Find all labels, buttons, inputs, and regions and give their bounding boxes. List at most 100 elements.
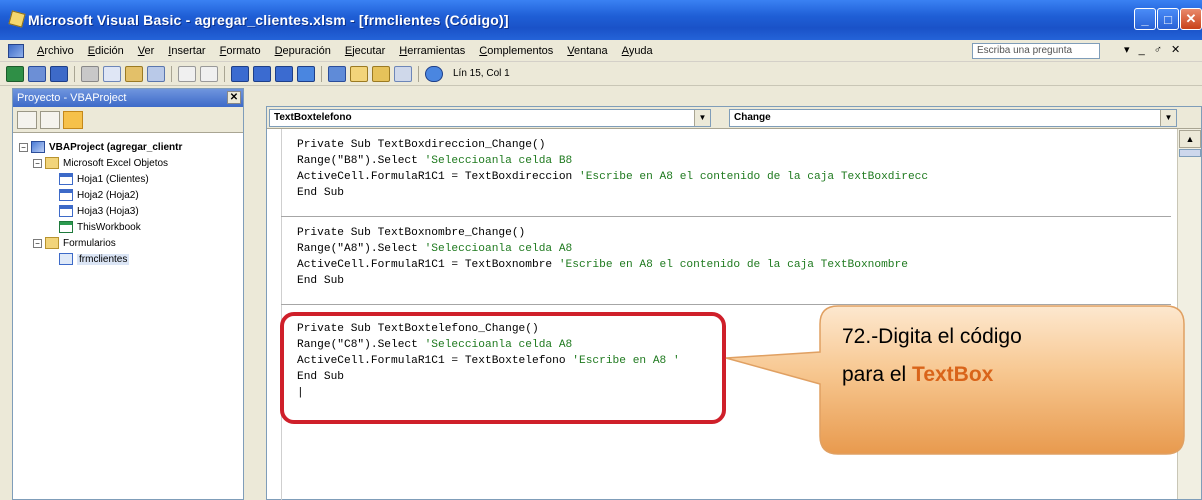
collapse-toggle[interactable]: − xyxy=(19,142,28,152)
menu-formato[interactable]: Formato xyxy=(213,45,268,57)
code-text: Private Sub TextBoxdireccion_Change() xyxy=(297,139,546,151)
properties-window-icon[interactable] xyxy=(350,65,368,82)
menu-ver[interactable]: Ver xyxy=(131,45,162,57)
toolbar-separator xyxy=(321,65,322,82)
help-icon[interactable] xyxy=(425,65,443,82)
view-code-icon[interactable] xyxy=(17,110,37,129)
tree-label: ThisWorkbook xyxy=(77,221,141,233)
callout-line-1: 72.-Digita el código xyxy=(842,325,1022,348)
tree-label: frmclientes xyxy=(77,253,130,265)
tree-item-frmclientes[interactable]: frmclientes xyxy=(13,251,243,267)
tree-item-thisworkbook[interactable]: ThisWorkbook xyxy=(13,219,243,235)
code-line: Private Sub TextBoxnombre_Change() xyxy=(297,225,1171,241)
menu-archivo[interactable]: Archivo xyxy=(30,45,81,57)
maximize-button[interactable]: □ xyxy=(1157,8,1179,30)
reset-icon[interactable] xyxy=(275,65,293,82)
code-comment: 'Escribe en A8 el contenido de la caja T… xyxy=(578,171,929,183)
window-title: Microsoft Visual Basic - agregar_cliente… xyxy=(28,12,509,28)
tree-label: Hoja2 (Hoja2) xyxy=(77,189,139,201)
paste-icon[interactable] xyxy=(125,65,143,82)
toolbar-separator xyxy=(171,65,172,82)
copy-icon[interactable] xyxy=(103,65,121,82)
sheet-icon xyxy=(59,189,73,201)
view-excel-icon[interactable] xyxy=(6,65,24,82)
project-explorer-icon[interactable] xyxy=(328,65,346,82)
menu-herramientas[interactable]: Herramientas xyxy=(392,45,472,57)
object-browser-icon[interactable] xyxy=(372,65,390,82)
vbe-window: Microsoft Visual Basic - agregar_cliente… xyxy=(0,0,1202,500)
cut-icon[interactable] xyxy=(81,65,99,82)
chevron-down-icon[interactable]: ▼ xyxy=(694,110,710,126)
object-dropdown[interactable]: TextBoxtelefono ▼ xyxy=(269,109,711,127)
collapse-toggle[interactable]: − xyxy=(33,238,42,248)
procedure-dropdown[interactable]: Change ▼ xyxy=(729,109,1177,127)
design-mode-icon[interactable] xyxy=(297,65,315,82)
close-button[interactable]: ✕ xyxy=(1180,8,1202,30)
save-icon[interactable] xyxy=(50,65,68,82)
find-icon[interactable] xyxy=(147,65,165,82)
tree-item-vbaproject[interactable]: − VBAProject (agregar_clientr xyxy=(13,139,243,155)
tree-item-excel-objects[interactable]: − Microsoft Excel Objetos xyxy=(13,155,243,171)
toolbox-icon[interactable] xyxy=(394,65,412,82)
vba-app-icon xyxy=(8,10,26,28)
redo-icon[interactable] xyxy=(200,65,218,82)
userform-icon xyxy=(59,253,73,265)
insert-userform-icon[interactable] xyxy=(28,65,46,82)
menu-depuracion[interactable]: Depuración xyxy=(268,45,338,57)
tree-item-formularios[interactable]: − Formularios xyxy=(13,235,243,251)
toolbar-separator xyxy=(418,65,419,82)
menu-ejecutar[interactable]: Ejecutar xyxy=(338,45,392,57)
folder-icon xyxy=(45,237,59,249)
tree-item-hoja3[interactable]: Hoja3 (Hoja3) xyxy=(13,203,243,219)
callout-line-2: para el TextBox xyxy=(842,356,1142,394)
sheet-icon xyxy=(59,173,73,185)
collapse-toggle[interactable]: − xyxy=(33,158,42,168)
document-window-controls[interactable]: ▾ _ ♂ ✕ xyxy=(1124,43,1183,56)
code-comment: 'Seleccioanla celda B8 xyxy=(424,155,573,167)
project-explorer-pane: Proyecto - VBAProject ✕ − VBAProject (ag… xyxy=(12,88,244,500)
menu-ayuda[interactable]: Ayuda xyxy=(615,45,660,57)
code-line: Range("B8").Select 'Seleccioanla celda B… xyxy=(297,153,1171,169)
code-line: Range("A8").Select 'Seleccioanla celda A… xyxy=(297,241,1171,257)
code-text: Range("B8").Select xyxy=(297,155,425,167)
undo-icon[interactable] xyxy=(178,65,196,82)
project-icon xyxy=(31,141,45,153)
tree-item-hoja1[interactable]: Hoja1 (Clientes) xyxy=(13,171,243,187)
menu-edicion[interactable]: Edición xyxy=(81,45,131,57)
break-icon[interactable] xyxy=(253,65,271,82)
tree-label: Formularios xyxy=(63,237,116,249)
scroll-up-icon[interactable]: ▲ xyxy=(1179,130,1201,148)
view-object-icon[interactable] xyxy=(40,110,60,129)
toolbar-separator xyxy=(224,65,225,82)
code-text: End Sub xyxy=(297,275,344,287)
project-explorer-title: Proyecto - VBAProject xyxy=(17,92,127,104)
vba-menu-icon[interactable] xyxy=(8,43,24,58)
code-combo-bar: TextBoxtelefono ▼ Change ▼ xyxy=(267,107,1201,129)
menu-ventana[interactable]: Ventana xyxy=(560,45,614,57)
minimize-button[interactable]: _ xyxy=(1134,8,1156,30)
object-dropdown-value: TextBoxtelefono xyxy=(274,112,352,123)
tree-label: Hoja1 (Clientes) xyxy=(77,173,149,185)
tree-item-hoja2[interactable]: Hoja2 (Hoja2) xyxy=(13,187,243,203)
run-icon[interactable] xyxy=(231,65,249,82)
project-explorer-header: Proyecto - VBAProject ✕ xyxy=(13,89,243,107)
scroll-thumb[interactable] xyxy=(1179,149,1201,157)
code-highlight-box xyxy=(280,312,726,424)
code-text: End Sub xyxy=(297,187,344,199)
title-bar: Microsoft Visual Basic - agregar_cliente… xyxy=(0,0,1202,40)
tree-label: Hoja3 (Hoja3) xyxy=(77,205,139,217)
toolbar-separator xyxy=(74,65,75,82)
project-explorer-close-button[interactable]: ✕ xyxy=(227,91,241,104)
tree-label: Microsoft Excel Objetos xyxy=(63,157,169,169)
code-line: End Sub xyxy=(297,273,1171,289)
tree-label: VBAProject (agregar_clientr xyxy=(49,141,183,153)
menu-bar: Archivo Edición Ver Insertar Formato Dep… xyxy=(0,40,1202,62)
code-line: End Sub xyxy=(297,185,1171,201)
callout-text: 72.-Digita el código para el TextBox xyxy=(842,318,1142,394)
ask-question-input[interactable]: Escriba una pregunta xyxy=(972,43,1100,59)
menu-complementos[interactable]: Complementos xyxy=(472,45,560,57)
chevron-down-icon[interactable]: ▼ xyxy=(1160,110,1176,126)
toggle-folders-icon[interactable] xyxy=(63,110,83,129)
menu-insertar[interactable]: Insertar xyxy=(161,45,212,57)
code-text: Private Sub TextBoxnombre_Change() xyxy=(297,227,526,239)
